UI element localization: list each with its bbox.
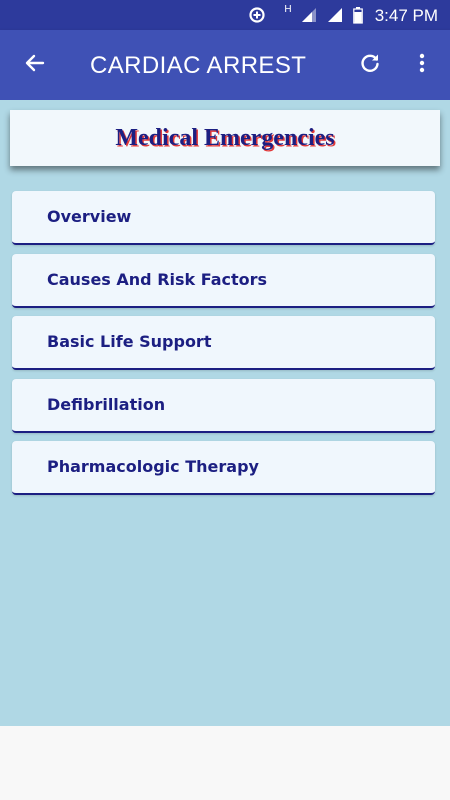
status-bar: H 3:47 PM <box>0 0 450 30</box>
menu-item-label: Pharmacologic Therapy <box>47 457 259 476</box>
refresh-button[interactable] <box>346 41 394 89</box>
back-button[interactable] <box>11 41 59 89</box>
signal-icon <box>298 0 320 30</box>
battery-icon <box>350 0 366 30</box>
arrow-back-icon <box>23 51 47 80</box>
app-bar: CARDIAC ARREST <box>0 30 450 100</box>
menu-item-overview[interactable]: Overview <box>12 191 435 245</box>
menu-item-causes-and-risk-factors[interactable]: Causes And Risk Factors <box>12 254 435 308</box>
overflow-menu-button[interactable] <box>398 41 446 89</box>
status-time: 3:47 PM <box>374 6 438 25</box>
content-area: Medical Emergencies Overview Causes And … <box>0 100 450 726</box>
menu-item-pharmacologic-therapy[interactable]: Pharmacologic Therapy <box>12 441 435 495</box>
menu-item-label: Basic Life Support <box>47 332 212 351</box>
signal-icon-2 <box>324 0 346 30</box>
menu-item-label: Causes And Risk Factors <box>47 270 268 289</box>
refresh-icon <box>358 51 382 80</box>
more-vert-icon <box>410 51 434 80</box>
menu-item-defibrillation[interactable]: Defibrillation <box>12 379 435 433</box>
network-type-icon: H <box>284 4 292 15</box>
section-header-card: Medical Emergencies <box>10 110 440 166</box>
menu-item-label: Overview <box>47 207 132 226</box>
menu-item-basic-life-support[interactable]: Basic Life Support <box>12 316 435 370</box>
bottom-blank-area <box>0 726 450 800</box>
page-title: CARDIAC ARREST <box>90 52 307 79</box>
data-saver-icon <box>246 0 268 30</box>
section-header-title: Medical Emergencies <box>115 124 335 151</box>
menu-item-label: Defibrillation <box>47 395 166 414</box>
